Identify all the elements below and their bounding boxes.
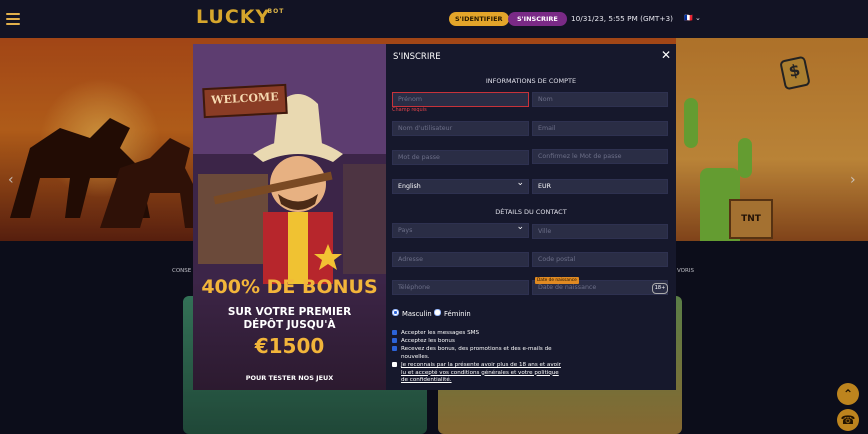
- signup-button[interactable]: S'INSCRIRE: [508, 12, 567, 26]
- gender-male-radio[interactable]: Masculin: [392, 309, 432, 318]
- email-field[interactable]: Email: [532, 121, 668, 136]
- datetime: 10/31/23, 5:55 PM (GMT+3): [571, 14, 673, 23]
- language-select[interactable]: English: [392, 177, 529, 194]
- checkbox-icon: [392, 362, 397, 367]
- section-contact-title: DÉTAILS DU CONTACT: [495, 208, 567, 216]
- promo-title: 400% DE BONUS: [201, 276, 378, 298]
- first-name-error: Champ requis: [392, 107, 427, 113]
- login-button[interactable]: S'IDENTIFIER: [449, 12, 509, 26]
- gender-male-label: Masculin: [402, 310, 432, 318]
- promo-panel: WELCOME 400% DE BONUS SUR VOTRE PREMIER …: [193, 44, 386, 390]
- country-select[interactable]: Pays: [392, 221, 529, 238]
- sms-checkbox-label: Accepter les messages SMS: [401, 330, 480, 336]
- city-field[interactable]: Ville: [532, 224, 668, 239]
- password-field[interactable]: Mot de passe: [392, 150, 529, 165]
- cowboy-illustration: [193, 44, 386, 284]
- last-name-field[interactable]: Nom: [532, 92, 668, 107]
- postal-code-field[interactable]: Code postal: [532, 252, 668, 267]
- username-field[interactable]: Nom d'utilisateur: [392, 121, 529, 136]
- dob-tag: Date de naissance: [535, 277, 579, 284]
- section-account-title: INFORMATIONS DE COMPTE: [485, 77, 577, 85]
- promos-checkbox-label: Recevez des bonus, des promotions et des…: [401, 346, 552, 360]
- phone-field[interactable]: Téléphone: [392, 280, 529, 295]
- gender-female-radio[interactable]: Féminin: [434, 309, 471, 318]
- radio-icon: [434, 309, 441, 316]
- logo-text: LUCKY: [196, 6, 271, 28]
- promo-line-1: SUR VOTRE PREMIER: [227, 306, 352, 318]
- close-icon[interactable]: ✕: [661, 48, 671, 62]
- promos-checkbox[interactable]: Recevez des bonus, des promotions et des…: [392, 346, 552, 360]
- bonus-checkbox-label: Acceptez les bonus: [401, 338, 455, 344]
- logo[interactable]: LUCKY BOT: [196, 6, 283, 28]
- language-selector[interactable]: 🇫🇷 ⌄: [684, 14, 701, 22]
- terms-checkbox[interactable]: Je reconnais par la présente avoir plus …: [392, 362, 561, 383]
- currency-field[interactable]: EUR: [532, 179, 668, 194]
- gender-female-label: Féminin: [444, 310, 471, 318]
- promo-line-2: DÉPÔT JUSQU'À: [243, 319, 336, 331]
- welcome-sign: WELCOME: [202, 83, 288, 119]
- age-badge: 18+: [652, 283, 668, 294]
- checkbox-checked-icon: [392, 330, 397, 335]
- checkbox-checked-icon: [392, 338, 397, 343]
- modal-title: S'INSCRIRE: [393, 52, 441, 62]
- radio-selected-icon: [392, 309, 399, 316]
- promo-amount: €1500: [254, 334, 325, 358]
- first-name-field[interactable]: Prénom: [392, 92, 529, 107]
- confirm-password-field[interactable]: Confirmez le Mot de passe: [532, 149, 668, 164]
- menu-icon[interactable]: [6, 13, 20, 25]
- address-field[interactable]: Adresse: [392, 252, 529, 267]
- promo-cta: POUR TESTER NOS JEUX: [245, 374, 334, 382]
- top-bar: LUCKY BOT S'IDENTIFIER S'INSCRIRE 10/31/2…: [0, 0, 868, 38]
- logo-suffix: BOT: [267, 8, 285, 15]
- checkbox-checked-icon: [392, 346, 397, 351]
- terms-checkbox-label: Je reconnais par la présente avoir plus …: [401, 362, 561, 383]
